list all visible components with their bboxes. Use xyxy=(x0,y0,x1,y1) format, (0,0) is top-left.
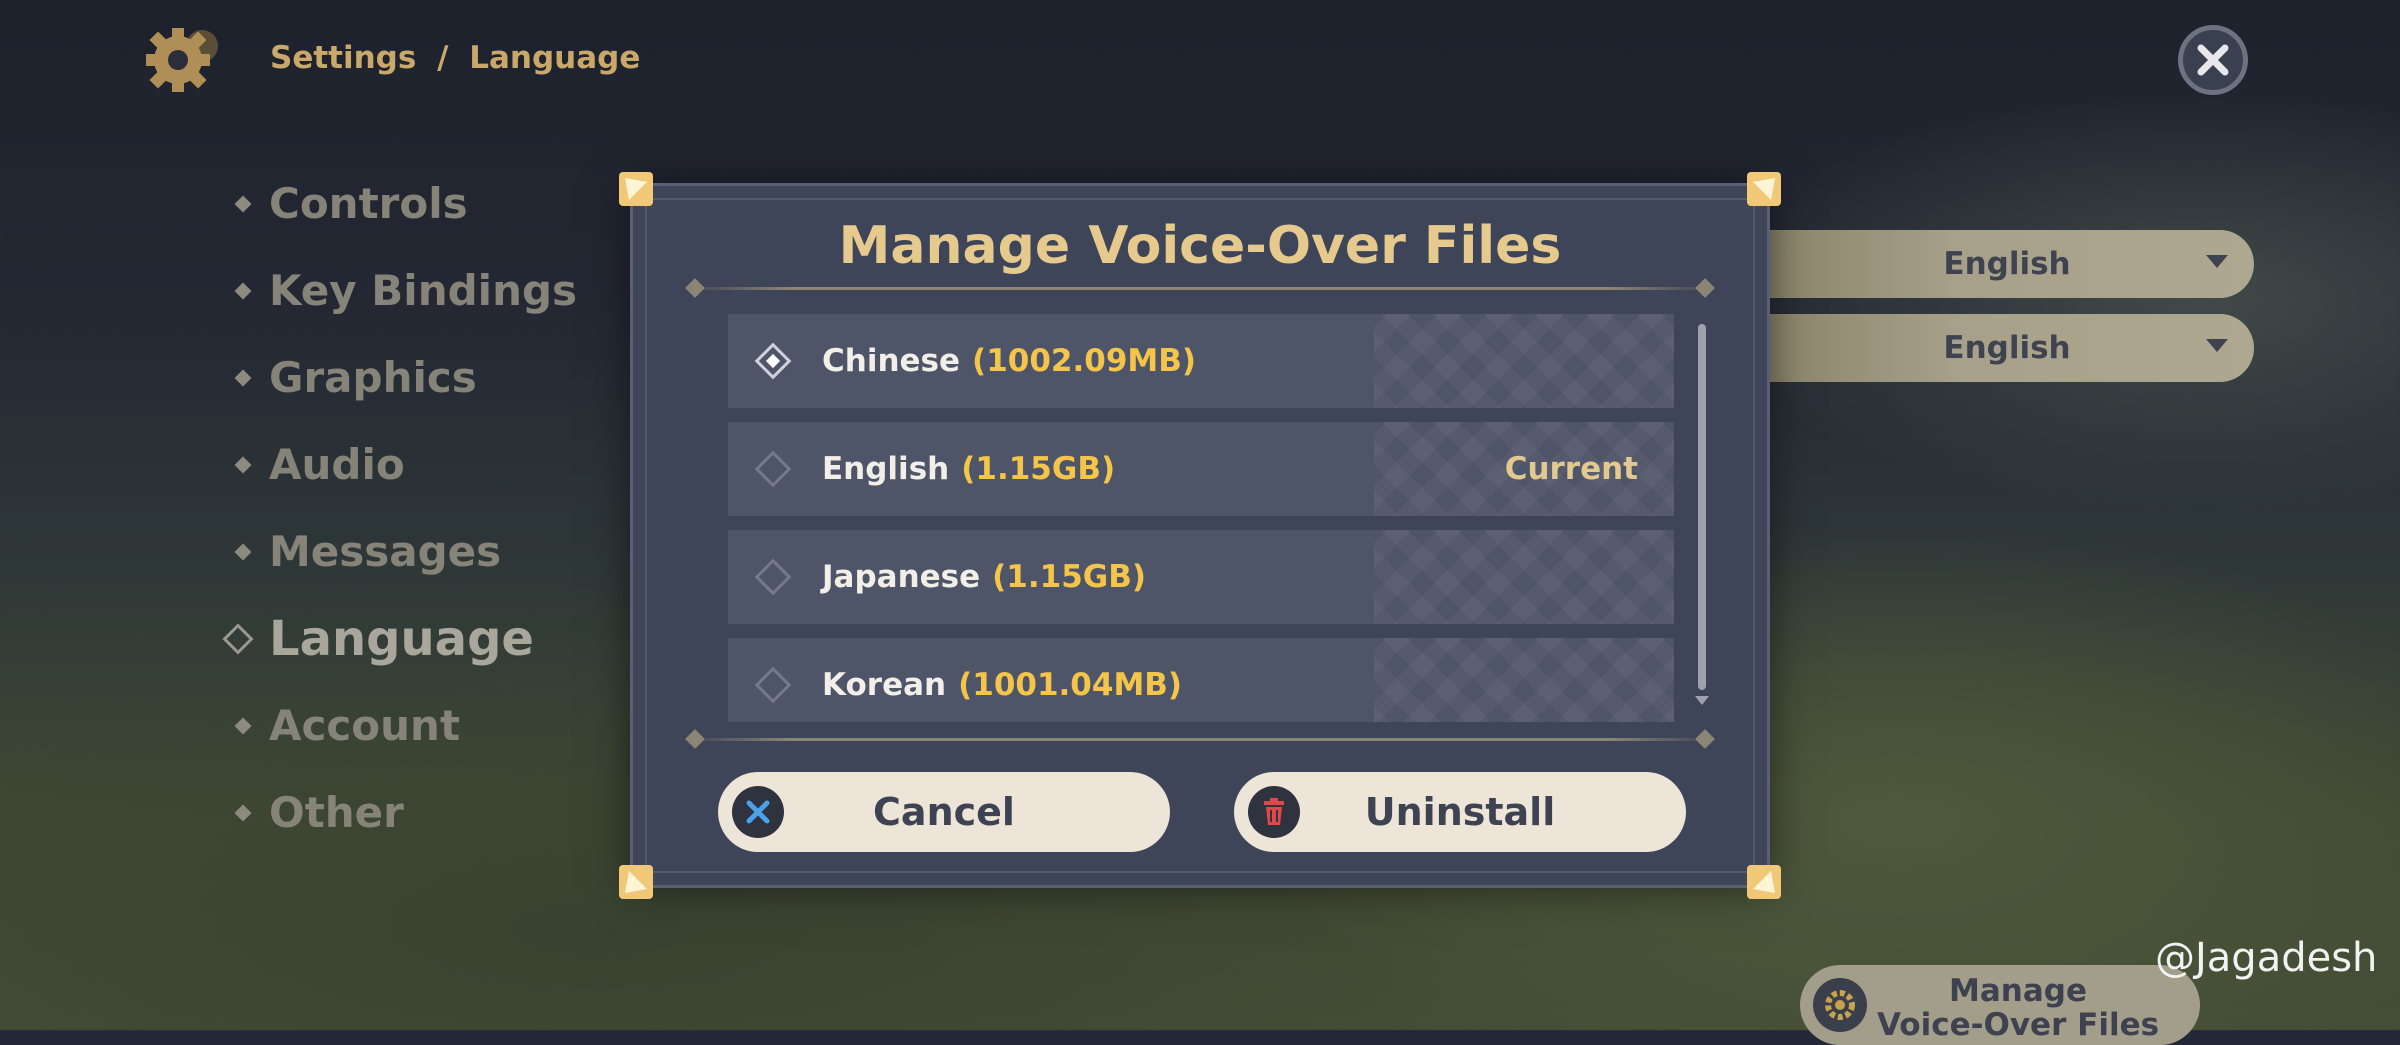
sidebar-item-label: Graphics xyxy=(269,353,477,402)
sidebar-item-label: Messages xyxy=(269,527,502,576)
list-item[interactable]: Chinese (1002.09MB) xyxy=(728,314,1674,408)
sidebar-item-label: Controls xyxy=(269,179,468,228)
checkbox[interactable] xyxy=(754,450,792,488)
game-language-dropdown[interactable]: English xyxy=(1760,230,2254,298)
file-size: (1.15GB) xyxy=(992,559,1147,595)
list-item[interactable]: Japanese (1.15GB) xyxy=(728,530,1674,624)
checkbox[interactable] xyxy=(754,666,792,704)
cancel-button[interactable]: Cancel xyxy=(718,772,1170,852)
sidebar-item-label: Key Bindings xyxy=(269,266,578,315)
file-size: (1002.09MB) xyxy=(972,343,1197,379)
checkbox-checked[interactable] xyxy=(754,342,792,380)
current-badge: Current xyxy=(1504,451,1638,487)
bullet-icon xyxy=(234,369,252,386)
bullet-icon xyxy=(234,456,252,473)
settings-sidebar: Controls Key Bindings Graphics Audio Mes… xyxy=(222,160,578,856)
language-name: English xyxy=(822,451,950,487)
close-button[interactable] xyxy=(2178,25,2248,95)
file-size: (1001.04MB) xyxy=(958,667,1183,703)
sidebar-item-language[interactable]: Language xyxy=(222,595,577,682)
sidebar-item-label: Other xyxy=(269,788,404,837)
bullet-icon xyxy=(234,543,252,560)
breadcrumb: Settings / Language xyxy=(270,40,650,76)
settings-gear-icon xyxy=(140,22,230,96)
manage-voice-over-button[interactable]: Manage Voice-Over Files xyxy=(1800,965,2200,1045)
sidebar-item-label: Account xyxy=(269,701,461,750)
sidebar-item-account[interactable]: Account xyxy=(234,682,577,769)
voice-file-list: Chinese (1002.09MB) English (1.15GB) Cur… xyxy=(728,314,1674,722)
gear-icon xyxy=(1813,978,1867,1032)
sidebar-item-key-bindings[interactable]: Key Bindings xyxy=(234,247,578,334)
dialog-title: Manage Voice-Over Files xyxy=(838,216,1562,276)
trash-icon xyxy=(1248,786,1300,838)
chevron-down-icon xyxy=(2206,339,2228,352)
sidebar-item-controls[interactable]: Controls xyxy=(234,160,577,247)
sidebar-item-other[interactable]: Other xyxy=(234,769,577,856)
list-item[interactable]: English (1.15GB) Current xyxy=(728,422,1674,516)
manage-voice-over-dialog: Manage Voice-Over Files Chinese (1002.09… xyxy=(619,172,1781,899)
dropdown-value: English xyxy=(1943,246,2071,282)
corner-ornament-icon xyxy=(1747,172,1781,206)
language-name: Chinese xyxy=(822,343,961,379)
scrollbar[interactable] xyxy=(1698,324,1706,690)
cancel-x-icon xyxy=(732,786,784,838)
cancel-label: Cancel xyxy=(873,790,1015,834)
bullet-icon xyxy=(234,195,252,212)
sidebar-item-label: Language xyxy=(269,610,534,667)
sidebar-item-messages[interactable]: Messages xyxy=(234,508,577,595)
breadcrumb-language: Language xyxy=(469,40,641,76)
sidebar-item-graphics[interactable]: Graphics xyxy=(234,334,577,421)
watermark: @Jagadesh xyxy=(2155,935,2378,981)
language-name: Korean xyxy=(822,667,947,703)
divider xyxy=(685,278,1715,298)
corner-ornament-icon xyxy=(1747,865,1781,899)
breadcrumb-separator: / xyxy=(437,40,449,76)
corner-ornament-icon xyxy=(619,865,653,899)
dropdown-value: English xyxy=(1943,330,2071,366)
manage-button-line2: Voice-Over Files xyxy=(1877,1007,2160,1043)
checkbox[interactable] xyxy=(754,558,792,596)
bullet-icon xyxy=(234,282,252,299)
corner-ornament-icon xyxy=(619,172,653,206)
uninstall-button[interactable]: Uninstall xyxy=(1234,772,1686,852)
scroll-down-icon xyxy=(1695,696,1709,705)
manage-button-line1: Manage xyxy=(1949,973,2088,1009)
sidebar-item-audio[interactable]: Audio xyxy=(234,421,577,508)
close-icon xyxy=(2197,44,2229,76)
file-size: (1.15GB) xyxy=(961,451,1116,487)
language-name: Japanese xyxy=(822,559,981,595)
bullet-icon xyxy=(234,804,252,821)
uninstall-label: Uninstall xyxy=(1364,790,1556,834)
divider xyxy=(685,729,1715,749)
list-item[interactable]: Korean (1001.04MB) xyxy=(728,638,1674,722)
sidebar-item-label: Audio xyxy=(269,440,405,489)
bullet-icon xyxy=(234,717,252,734)
chevron-down-icon xyxy=(2206,255,2228,268)
breadcrumb-settings[interactable]: Settings xyxy=(270,40,416,76)
voice-language-dropdown[interactable]: English xyxy=(1760,314,2254,382)
